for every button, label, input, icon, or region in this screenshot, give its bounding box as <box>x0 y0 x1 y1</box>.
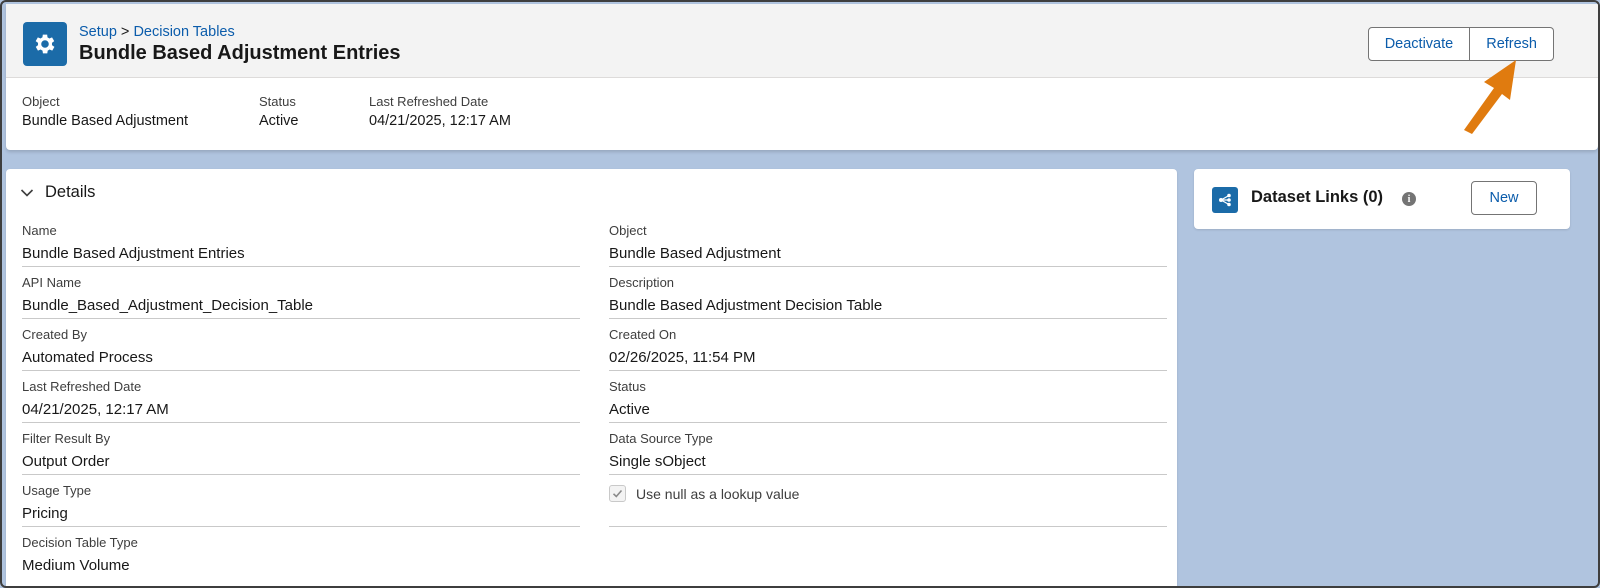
field-name: Name Bundle Based Adjustment Entries <box>22 215 580 267</box>
checkbox-label: Use null as a lookup value <box>636 485 800 502</box>
chevron-down-icon <box>20 188 34 197</box>
field-value: 02/26/2025, 11:54 PM <box>609 349 756 366</box>
dataset-links-title[interactable]: Dataset Links (0) <box>1251 188 1383 207</box>
field-decision-table-type: Decision Table Type Medium Volume <box>22 527 580 579</box>
field-label: Name <box>22 223 57 238</box>
field-label: Object <box>609 223 647 238</box>
field-value: 04/21/2025, 12:17 AM <box>22 401 169 418</box>
info-icon[interactable]: i <box>1402 192 1416 206</box>
gear-icon <box>23 22 67 66</box>
highlight-label: Last Refreshed Date <box>369 94 489 109</box>
breadcrumb-decision-tables-link[interactable]: Decision Tables <box>133 24 234 40</box>
field-value: Bundle Based Adjustment Decision Table <box>609 297 883 314</box>
field-value: Pricing <box>22 505 68 522</box>
checkbox-row: Use null as a lookup value <box>609 485 799 502</box>
header-top-bar: Setup > Decision Tables Bundle Based Adj… <box>6 4 1598 78</box>
highlight-value: Active <box>259 113 299 129</box>
field-value: Bundle Based Adjustment Entries <box>22 245 245 262</box>
highlight-value: Bundle Based Adjustment <box>22 113 189 129</box>
field-use-null-lookup: Use null as a lookup value <box>609 475 1167 527</box>
field-value: Bundle Based Adjustment <box>609 245 781 262</box>
field-label: Description <box>609 275 675 290</box>
breadcrumb-separator: > <box>116 24 134 40</box>
breadcrumb: Setup > Decision Tables <box>79 24 235 40</box>
field-filter-result-by: Filter Result By Output Order <box>22 423 580 475</box>
highlight-label: Object <box>22 94 60 109</box>
field-status: Status Active <box>609 371 1167 423</box>
null-lookup-checkbox[interactable] <box>609 485 626 502</box>
field-label: Usage Type <box>22 483 92 498</box>
highlight-last-refreshed: Last Refreshed Date 04/21/2025, 12:17 AM <box>369 94 569 129</box>
breadcrumb-setup-link[interactable]: Setup <box>79 24 117 40</box>
field-value: Active <box>609 401 650 418</box>
field-label: Created On <box>609 327 677 342</box>
field-api-name: API Name Bundle_Based_Adjustment_Decisio… <box>22 267 580 319</box>
page-title: Bundle Based Adjustment Entries <box>79 42 401 64</box>
field-usage-type: Usage Type Pricing <box>22 475 580 527</box>
field-label: Last Refreshed Date <box>22 379 142 394</box>
highlight-object: Object Bundle Based Adjustment <box>22 94 259 129</box>
checkmark-icon <box>612 489 623 498</box>
field-value: Automated Process <box>22 349 153 366</box>
field-value: Medium Volume <box>22 557 130 574</box>
details-section-title: Details <box>45 183 96 201</box>
highlight-value: 04/21/2025, 12:17 AM <box>369 113 511 129</box>
details-card: Details Name Bundle Based Adjustment Ent… <box>6 169 1177 586</box>
field-description: Description Bundle Based Adjustment Deci… <box>609 267 1167 319</box>
field-label: Data Source Type <box>609 431 713 446</box>
annotation-arrow-icon <box>1464 60 1516 134</box>
field-created-by: Created By Automated Process <box>22 319 580 371</box>
record-header: Setup > Decision Tables Bundle Based Adj… <box>6 4 1598 150</box>
highlights-panel: Object Bundle Based Adjustment Status Ac… <box>22 94 569 129</box>
field-created-on: Created On 02/26/2025, 11:54 PM <box>609 319 1167 371</box>
field-value: Bundle_Based_Adjustment_Decision_Table <box>22 297 314 314</box>
app-frame: Setup > Decision Tables Bundle Based Adj… <box>0 0 1600 588</box>
field-data-source-type: Data Source Type Single sObject <box>609 423 1167 475</box>
field-label: API Name <box>22 275 82 290</box>
field-label: Decision Table Type <box>22 535 138 550</box>
details-section-toggle[interactable]: Details <box>20 183 95 202</box>
field-label: Status <box>609 379 646 394</box>
highlight-status: Status Active <box>259 94 369 129</box>
field-value: Output Order <box>22 453 110 470</box>
field-last-refreshed-date: Last Refreshed Date 04/21/2025, 12:17 AM <box>22 371 580 423</box>
dataset-links-card: Dataset Links (0) i New <box>1194 169 1570 229</box>
field-label: Created By <box>22 327 88 342</box>
field-object: Object Bundle Based Adjustment <box>609 215 1167 267</box>
highlight-label: Status <box>259 94 296 109</box>
dataset-link-icon <box>1212 187 1238 213</box>
field-label: Filter Result By <box>22 431 111 446</box>
field-value: Single sObject <box>609 453 706 470</box>
new-dataset-link-button[interactable]: New <box>1471 181 1537 215</box>
